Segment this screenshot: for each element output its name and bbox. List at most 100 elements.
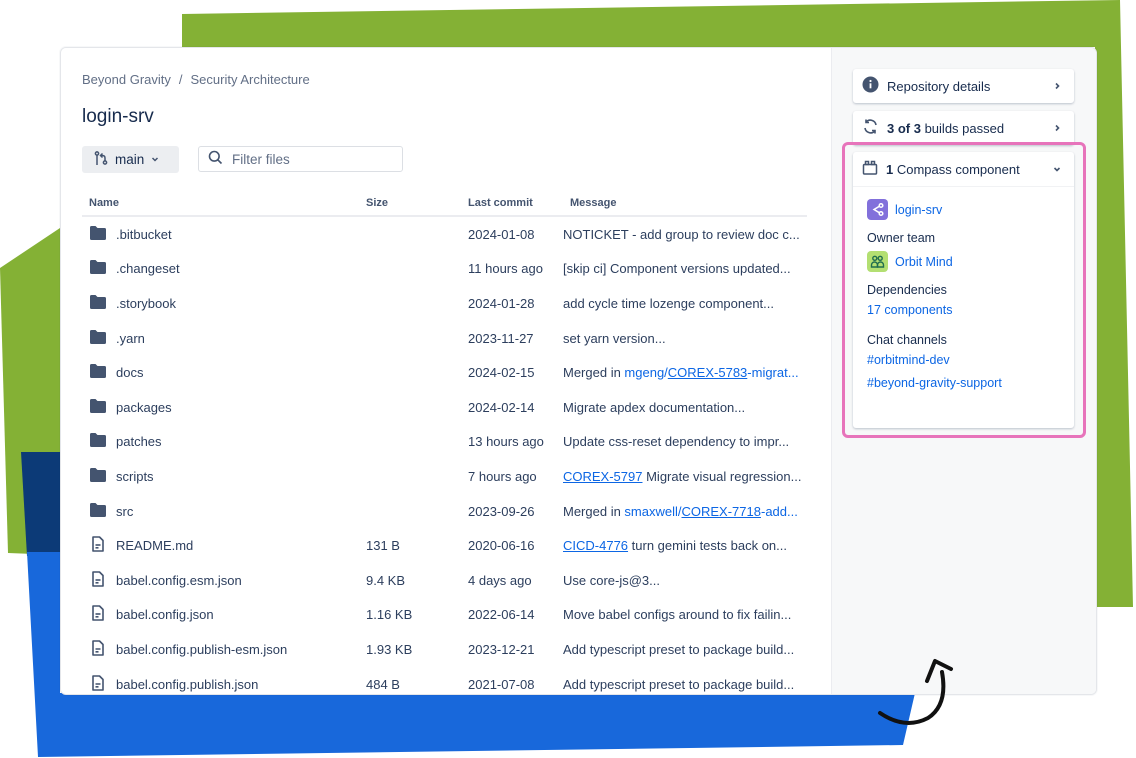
filter-files-input[interactable]: Filter files (198, 146, 403, 172)
commit-message-text: Migrate visual regression... (642, 468, 802, 484)
commit-message: [skip ci] Component versions updated... (563, 252, 807, 287)
column-header-name[interactable]: Name (82, 191, 359, 217)
commit-message-text: Merged in (563, 503, 625, 519)
commit-message-link[interactable]: CICD-4776 (563, 538, 628, 553)
builds-status: 3 of 3 builds passed (887, 121, 1044, 136)
column-header-message[interactable]: Message (563, 191, 807, 217)
owner-team-row[interactable]: Orbit Mind (867, 251, 1060, 272)
right-sidebar: Repository details 3 of 3 builds passed (831, 48, 1096, 694)
compass-component-header[interactable]: 1 Compass component (853, 152, 1074, 187)
compass-label: Compass component (893, 161, 1020, 177)
commit-message: COREX-5797 Migrate visual regression... (563, 459, 807, 494)
branch-selector[interactable]: main (82, 146, 179, 173)
git-branch-icon (93, 150, 109, 169)
repository-details-label: Repository details (887, 78, 991, 94)
commit-message-link[interactable]: -migrat... (747, 365, 798, 380)
commit-message: set yarn version... (563, 321, 807, 356)
file-name-cell: scripts (82, 459, 359, 494)
repository-details-panel[interactable]: Repository details (853, 69, 1074, 103)
file-name-link[interactable]: .yarn (116, 331, 145, 346)
table-row[interactable]: .bitbucket 2024-01-08 NOTICKET - add group… (82, 216, 807, 252)
dependencies-link[interactable]: 17 components (867, 303, 1060, 317)
file-name-link[interactable]: .changeset (116, 261, 180, 276)
commit-message: NOTICKET - add group to review doc c... (563, 216, 807, 252)
file-name-link[interactable]: patches (116, 434, 162, 449)
branch-label: main (115, 152, 145, 167)
table-row[interactable]: .storybook 2024-01-28 add cycle time lozen… (82, 286, 807, 321)
file-size (359, 286, 461, 321)
table-row[interactable]: babel.config.publish-esm.json 1.93 KB 2023… (82, 632, 807, 667)
chevron-down-icon (150, 152, 160, 167)
breadcrumb-item-project[interactable]: Beyond Gravity (82, 72, 171, 87)
commit-message-text: [skip ci] Component versions updated... (563, 261, 791, 277)
breadcrumb-item-repo-group[interactable]: Security Architecture (191, 72, 310, 87)
component-link-row[interactable]: login-srv (867, 199, 1060, 220)
folder-icon (89, 398, 107, 417)
file-size (359, 252, 461, 287)
file-name-link[interactable]: babel.config.publish-esm.json (116, 642, 287, 657)
table-row[interactable]: src 2023-09-26 Merged in smaxwell/COREX-77… (82, 494, 807, 529)
table-row[interactable]: babel.config.publish.json 484 B 2021-07-08… (82, 667, 807, 694)
last-commit: 7 hours ago (468, 468, 537, 484)
commit-message-link[interactable]: COREX-5783 (668, 365, 747, 380)
file-name-link[interactable]: babel.config.json (116, 607, 214, 622)
folder-icon (89, 363, 107, 382)
folder-icon (89, 294, 107, 313)
commit-message-link[interactable]: COREX-7718 (682, 504, 761, 519)
commit-message-text: turn gemini tests back on... (628, 538, 787, 554)
file-name-cell: docs (82, 355, 359, 390)
chat-channel-link[interactable]: #beyond-gravity-support (867, 376, 1060, 390)
file-icon (89, 570, 107, 590)
commit-message-link[interactable]: COREX-5797 (563, 469, 642, 484)
file-table: Name Size Last commit Message .bitbucket… (82, 191, 807, 694)
component-link[interactable]: login-srv (895, 203, 942, 217)
owner-team-link[interactable]: Orbit Mind (895, 255, 953, 269)
file-size (359, 425, 461, 460)
last-commit: 2020-06-16 (468, 538, 535, 554)
table-row[interactable]: patches 13 hours ago Update css-reset depe… (82, 425, 807, 460)
builds-panel[interactable]: 3 of 3 builds passed (853, 111, 1074, 145)
last-commit: 2023-12-21 (468, 641, 535, 657)
file-name-link[interactable]: packages (116, 400, 172, 415)
file-name-cell: babel.config.json (82, 598, 359, 633)
table-row[interactable]: scripts 7 hours ago COREX-5797 Migrate vis… (82, 459, 807, 494)
file-name-link[interactable]: docs (116, 365, 143, 380)
builds-label: builds passed (920, 120, 1005, 136)
file-name-cell: babel.config.publish.json (82, 667, 359, 694)
table-row[interactable]: README.md 131 B 2020-06-16 CICD-4776 turn g… (82, 528, 807, 563)
last-commit: 2023-11-27 (468, 330, 534, 346)
table-row[interactable]: babel.config.json 1.16 KB 2022-06-14 Move b… (82, 598, 807, 633)
compass-component-panel: 1 Compass component login-srv Owner team (853, 152, 1074, 428)
file-icon (89, 674, 107, 694)
file-name-cell: .storybook (82, 286, 359, 321)
search-icon (208, 150, 223, 168)
table-row[interactable]: .changeset 11 hours ago [skip ci] Componen… (82, 252, 807, 287)
file-name-link[interactable]: babel.config.esm.json (116, 573, 242, 588)
table-row[interactable]: babel.config.esm.json 9.4 KB 4 days ago Use… (82, 563, 807, 598)
table-row[interactable]: docs 2024-02-15 Merged in mgeng/COREX-5783… (82, 355, 807, 390)
file-size (359, 390, 461, 425)
file-name-link[interactable]: babel.config.publish.json (116, 677, 258, 692)
commit-message-link[interactable]: -add... (761, 504, 798, 519)
commit-message: Merged in smaxwell/COREX-7718-add... (563, 494, 807, 529)
folder-icon (89, 502, 107, 521)
file-name-link[interactable]: scripts (116, 469, 154, 484)
file-name-link[interactable]: README.md (116, 538, 193, 553)
file-name-link[interactable]: .bitbucket (116, 227, 172, 242)
commit-message-link[interactable]: mgeng/ (624, 365, 667, 380)
column-header-last-commit[interactable]: Last commit (461, 191, 563, 217)
file-name-link[interactable]: src (116, 504, 133, 519)
table-row[interactable]: .yarn 2023-11-27 set yarn version... (82, 321, 807, 356)
column-header-size[interactable]: Size (359, 191, 461, 217)
commit-message-link[interactable]: smaxwell/ (624, 504, 681, 519)
team-icon (867, 251, 888, 272)
file-name-cell: src (82, 494, 359, 529)
commit-message-text: Merged in (563, 365, 625, 381)
file-size (359, 494, 461, 529)
file-name-cell: babel.config.publish-esm.json (82, 632, 359, 667)
commit-message: Move babel configs around to fix failin.… (563, 598, 807, 633)
last-commit: 13 hours ago (468, 434, 544, 450)
chat-channel-link[interactable]: #orbitmind-dev (867, 353, 1060, 367)
file-name-link[interactable]: .storybook (116, 296, 176, 311)
table-row[interactable]: packages 2024-02-14 Migrate apdex document… (82, 390, 807, 425)
